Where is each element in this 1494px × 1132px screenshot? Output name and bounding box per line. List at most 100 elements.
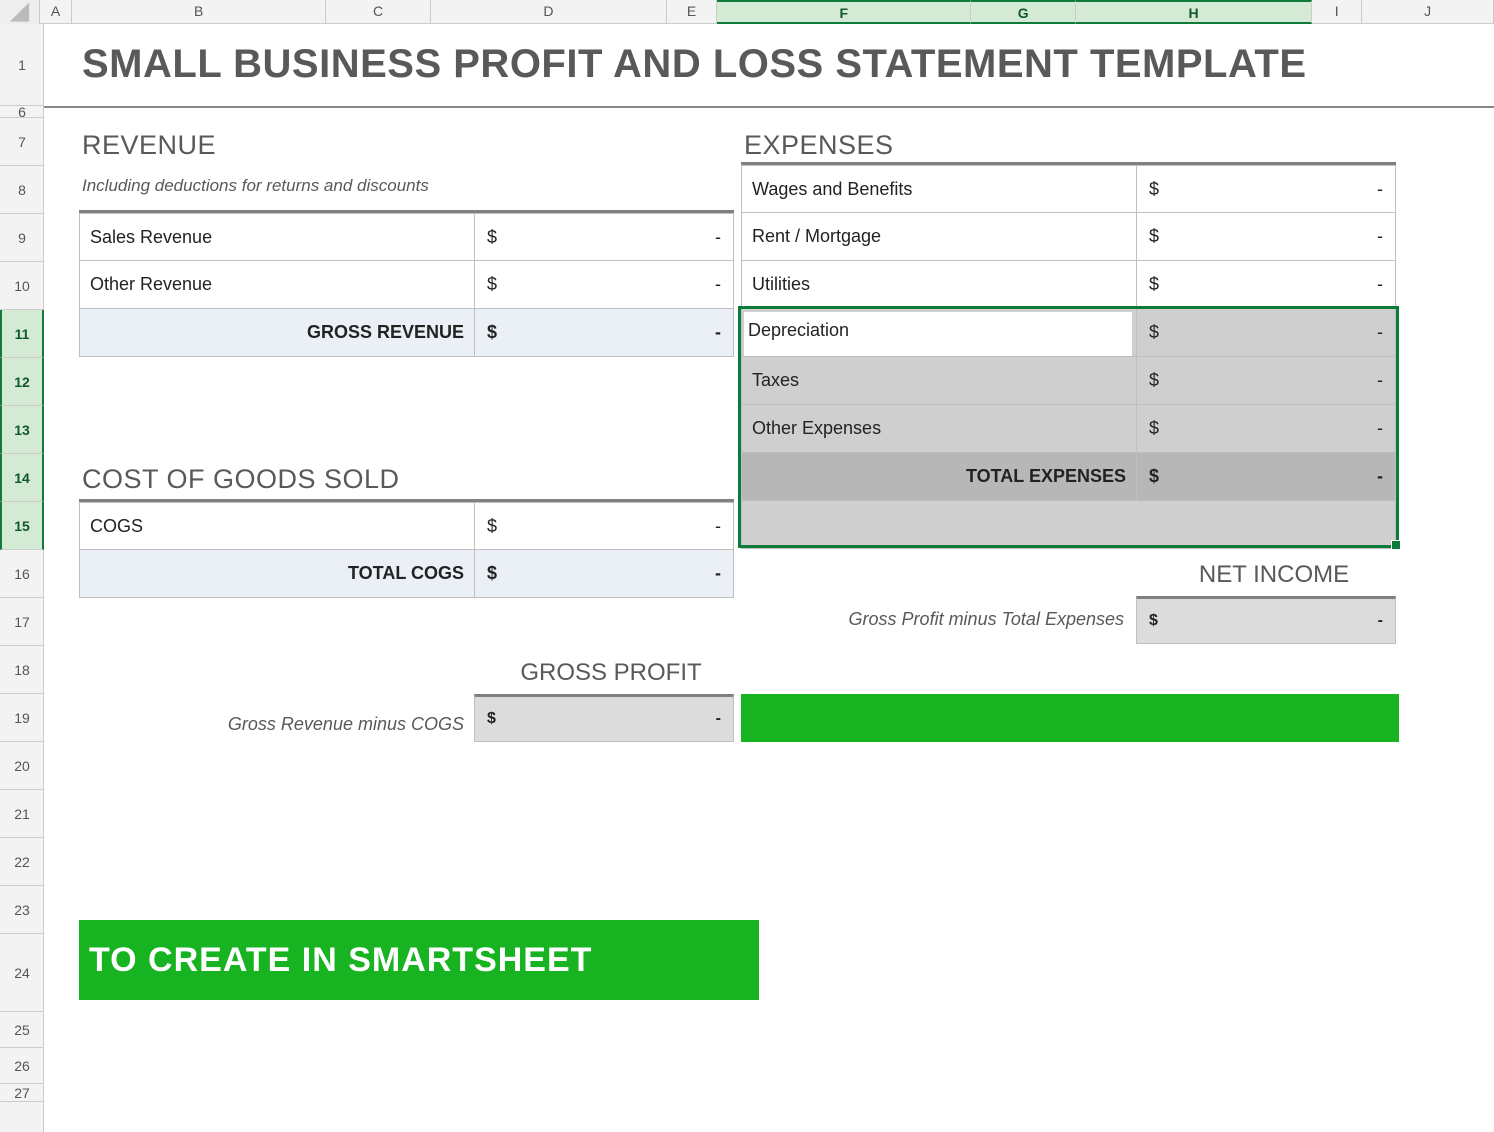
currency-symbol: $: [487, 322, 497, 343]
cell-label: Wages and Benefits: [741, 165, 1136, 213]
revenue-row[interactable]: Other Revenue $ -: [79, 261, 734, 309]
cogs-row[interactable]: COGS $ -: [79, 502, 734, 550]
amount: -: [715, 322, 721, 343]
expenses-heading: EXPENSES: [744, 130, 894, 161]
row-header-13[interactable]: 13: [0, 406, 44, 454]
net-income-note: Gross Profit minus Total Expenses: [764, 609, 1124, 630]
expense-row[interactable]: Taxes $ -: [741, 357, 1396, 405]
row-header-18[interactable]: 18: [0, 646, 44, 694]
expense-row[interactable]: Wages and Benefits $ -: [741, 165, 1396, 213]
row-header-27[interactable]: 27: [0, 1084, 44, 1102]
active-cell-label: Depreciation: [748, 320, 849, 341]
currency-symbol: $: [1149, 612, 1158, 630]
currency-symbol: $: [1149, 179, 1159, 200]
amount: -: [1378, 612, 1383, 630]
title-divider: [44, 106, 1494, 108]
row-header-10[interactable]: 10: [0, 262, 44, 310]
row-header-7[interactable]: 7: [0, 118, 44, 166]
column-header-g[interactable]: G: [971, 0, 1076, 24]
amount: -: [1377, 418, 1383, 439]
currency-symbol: $: [487, 274, 497, 295]
column-header-e[interactable]: E: [667, 0, 717, 24]
amount: -: [715, 227, 721, 248]
currency-symbol: $: [1149, 418, 1159, 439]
cell-value: $ -: [1136, 213, 1396, 261]
row-header-17[interactable]: 17: [0, 598, 44, 646]
row-header-25[interactable]: 25: [0, 1012, 44, 1048]
cell-value: $ -: [474, 550, 734, 598]
cell-label: TOTAL EXPENSES: [741, 453, 1136, 501]
currency-symbol: $: [1149, 274, 1159, 295]
cell-label: Other Expenses: [741, 405, 1136, 453]
row-header-19[interactable]: 19: [0, 694, 44, 742]
expense-row[interactable]: Other Expenses $ -: [741, 405, 1396, 453]
amount: -: [1377, 179, 1383, 200]
net-income-box: $ -: [1136, 596, 1396, 644]
column-header-b[interactable]: B: [72, 0, 326, 24]
cell-label: Other Revenue: [79, 261, 474, 309]
row-header-11[interactable]: 11: [0, 310, 44, 358]
row-header-14[interactable]: 14: [0, 454, 44, 502]
green-accent-bar: [741, 694, 1399, 742]
row-header-20[interactable]: 20: [0, 742, 44, 790]
cell-label: Utilities: [741, 261, 1136, 309]
cell-label: Rent / Mortgage: [741, 213, 1136, 261]
currency-symbol: $: [1149, 466, 1159, 487]
column-header-f[interactable]: F: [717, 0, 971, 24]
gross-profit-box: $ -: [474, 694, 734, 742]
cell-value: $ -: [1136, 309, 1396, 357]
row-header-16[interactable]: 16: [0, 550, 44, 598]
revenue-total-row: GROSS REVENUE $ -: [79, 309, 734, 357]
cell-label: Sales Revenue: [79, 213, 474, 261]
column-header-d[interactable]: D: [431, 0, 667, 24]
row-header-21[interactable]: 21: [0, 790, 44, 838]
amount: -: [715, 563, 721, 584]
cell-label: Taxes: [741, 357, 1136, 405]
currency-symbol: $: [1149, 370, 1159, 391]
expenses-spacer-row: [741, 501, 1396, 549]
row-header-12[interactable]: 12: [0, 358, 44, 406]
select-all-corner[interactable]: [0, 0, 40, 24]
row-header-9[interactable]: 9: [0, 214, 44, 262]
cell-label: GROSS REVENUE: [79, 309, 474, 357]
revenue-subnote: Including deductions for returns and dis…: [82, 176, 429, 196]
column-header-j[interactable]: J: [1362, 0, 1494, 24]
spreadsheet-sheet: ABCDEFGHIJ 16789101112131415161718192021…: [0, 0, 1494, 1132]
row-header-24[interactable]: 24: [0, 934, 44, 1012]
currency-symbol: $: [1149, 322, 1159, 343]
cell-label: TOTAL COGS: [79, 550, 474, 598]
row-header-23[interactable]: 23: [0, 886, 44, 934]
expense-row[interactable]: Rent / Mortgage $ -: [741, 213, 1396, 261]
cell-value: $ -: [474, 309, 734, 357]
amount: -: [1377, 370, 1383, 391]
cell-value: $ -: [1136, 261, 1396, 309]
smartsheet-cta-button[interactable]: TO CREATE IN SMARTSHEET: [79, 920, 759, 1000]
cell-value: $ -: [1136, 165, 1396, 213]
revenue-row[interactable]: Sales Revenue $ -: [79, 213, 734, 261]
gross-profit-note: Gross Revenue minus COGS: [144, 714, 464, 735]
amount: -: [1377, 226, 1383, 247]
cell-value: $ -: [1136, 453, 1396, 501]
row-header-26[interactable]: 26: [0, 1048, 44, 1084]
row-header-6[interactable]: 6: [0, 106, 44, 118]
cell-value: $ -: [474, 261, 734, 309]
row-header-1[interactable]: 1: [0, 24, 44, 106]
currency-symbol: $: [487, 563, 497, 584]
cell-value: $ -: [474, 213, 734, 261]
net-income-heading: NET INCOME: [1149, 561, 1399, 589]
amount: -: [715, 516, 721, 537]
column-header-i[interactable]: I: [1312, 0, 1362, 24]
amount: -: [716, 710, 721, 728]
column-header-a[interactable]: A: [40, 0, 72, 24]
row-header-22[interactable]: 22: [0, 838, 44, 886]
amount: -: [1377, 322, 1383, 343]
cogs-box: COGS $ - TOTAL COGS $ -: [79, 499, 734, 598]
column-header-h[interactable]: H: [1076, 0, 1312, 24]
row-header-8[interactable]: 8: [0, 166, 44, 214]
currency-symbol: $: [487, 710, 496, 728]
currency-symbol: $: [487, 516, 497, 537]
expenses-total-row: TOTAL EXPENSES $ -: [741, 453, 1396, 501]
expense-row[interactable]: Utilities $ -: [741, 261, 1396, 309]
row-header-15[interactable]: 15: [0, 502, 44, 550]
column-header-c[interactable]: C: [326, 0, 431, 24]
